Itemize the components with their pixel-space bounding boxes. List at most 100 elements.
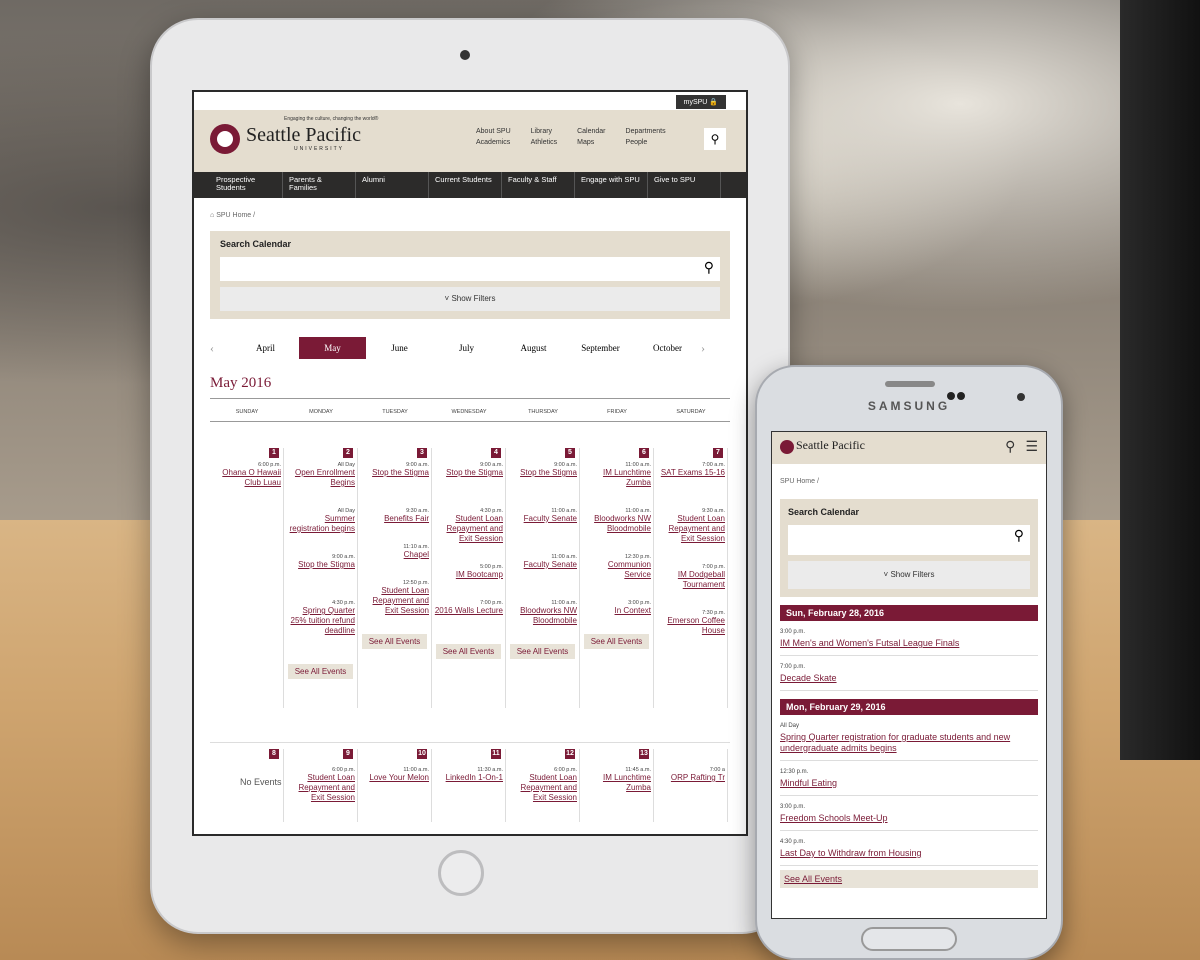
list-item[interactable]: 12:30 p.m. Mindful Eating	[780, 761, 1038, 796]
event-link[interactable]: Chapel	[360, 550, 429, 560]
nav-faculty[interactable]: Faculty & Staff	[502, 172, 575, 198]
see-all-events-button[interactable]: See All Events	[584, 634, 649, 649]
event-link[interactable]: Spring Quarter 25% tuition refund deadli…	[286, 606, 356, 636]
month-may[interactable]: May	[299, 337, 366, 359]
day-number[interactable]: 8	[269, 749, 279, 759]
day-number[interactable]: 12	[565, 749, 575, 759]
event-link[interactable]: Stop the Stigma	[286, 560, 355, 570]
event-link[interactable]: IM Men's and Women's Futsal League Final…	[780, 638, 1038, 649]
calendar-event[interactable]: 9:30 a.m. Benefits Fair	[360, 508, 429, 524]
calendar-event[interactable]: 6:00 p.m. Student Loan Repayment and Exit…	[286, 767, 355, 803]
link-people[interactable]: People	[626, 139, 666, 146]
calendar-event[interactable]: 11:00 a.m. Bloodworks NW Bloodmobile	[582, 508, 651, 534]
calendar-event[interactable]: 7:00 a ORP Rafting Tr	[656, 767, 725, 783]
site-logo-text[interactable]: Seattle Pacific	[796, 438, 865, 453]
event-link[interactable]: 2016 Walls Lecture	[434, 606, 503, 616]
search-icon[interactable]: ⚲	[704, 128, 726, 150]
link-calendar[interactable]: Calendar	[577, 128, 605, 135]
link-library[interactable]: Library	[531, 128, 557, 135]
search-calendar-input[interactable]: ⚲	[788, 525, 1030, 555]
spu-seal-icon[interactable]	[780, 440, 794, 454]
link-departments[interactable]: Departments	[626, 128, 666, 135]
site-logo-text[interactable]: Seattle Pacific	[246, 124, 361, 147]
event-link[interactable]: Decade Skate	[780, 673, 1038, 684]
month-october[interactable]: October	[634, 337, 701, 359]
event-link[interactable]: Mindful Eating	[780, 778, 1038, 789]
calendar-event[interactable]: 9:30 a.m. Student Loan Repayment and Exit…	[656, 508, 725, 544]
see-all-events-button[interactable]: See All Events	[288, 664, 353, 679]
chevron-left-icon[interactable]: ‹	[210, 341, 232, 356]
event-link[interactable]: Student Loan Repayment and Exit Session	[508, 773, 577, 803]
calendar-event[interactable]: 11:10 a.m. Chapel	[360, 544, 429, 560]
calendar-event[interactable]: 7:00 a.m. SAT Exams 15-16	[656, 462, 725, 478]
see-all-events-button[interactable]: See All Events	[362, 634, 427, 649]
event-link[interactable]: LinkedIn 1-On-1	[434, 773, 503, 783]
list-item[interactable]: All Day Spring Quarter registration for g…	[780, 715, 1038, 761]
link-about[interactable]: About SPU	[476, 128, 511, 135]
breadcrumb-home[interactable]: SPU Home /	[216, 212, 255, 219]
calendar-event[interactable]: 4:30 p.m. Student Loan Repayment and Exit…	[434, 508, 503, 544]
breadcrumb[interactable]: SPU Home /	[772, 464, 1046, 485]
search-icon[interactable]: ⚲	[1014, 527, 1024, 544]
event-link[interactable]: Bloodworks NW Bloodmobile	[582, 514, 651, 534]
event-link[interactable]: Bloodworks NW Bloodmobile	[508, 606, 577, 626]
calendar-event[interactable]: 11:00 a.m. Love Your Melon	[360, 767, 429, 783]
show-filters-button[interactable]: ˅ Show Filters	[788, 561, 1030, 589]
show-filters-button[interactable]: ˅ Show Filters	[220, 287, 720, 311]
list-item[interactable]: 3:00 p.m. IM Men's and Women's Futsal Lea…	[780, 621, 1038, 656]
calendar-event[interactable]: 11:00 a.m. Faculty Senate	[508, 554, 577, 570]
spu-seal-icon[interactable]	[210, 124, 240, 154]
day-number[interactable]: 13	[639, 749, 649, 759]
day-number[interactable]: 5	[565, 448, 575, 458]
day-number[interactable]: 3	[417, 448, 427, 458]
day-number[interactable]: 7	[713, 448, 723, 458]
nav-engage[interactable]: Engage with SPU	[575, 172, 648, 198]
event-link[interactable]: Freedom Schools Meet-Up	[780, 813, 1038, 824]
calendar-event[interactable]: 4:30 p.m. Spring Quarter 25% tuition refu…	[286, 600, 356, 636]
event-link[interactable]: Student Loan Repayment and Exit Session	[286, 773, 355, 803]
calendar-event[interactable]: 12:50 p.m. Student Loan Repayment and Exi…	[360, 580, 429, 616]
event-link[interactable]: Faculty Senate	[508, 514, 577, 524]
nav-give[interactable]: Give to SPU	[648, 172, 721, 198]
calendar-event[interactable]: 7:00 p.m. IM Dodgeball Tournament	[656, 564, 725, 590]
calendar-event[interactable]: 9:00 a.m. Stop the Stigma	[434, 462, 503, 478]
event-link[interactable]: IM Dodgeball Tournament	[656, 570, 725, 590]
month-august[interactable]: August	[500, 337, 567, 359]
event-link[interactable]: In Context	[582, 606, 651, 616]
calendar-event[interactable]: 11:00 a.m. IM Lunchtime Zumba	[582, 462, 651, 488]
event-link[interactable]: IM Bootcamp	[434, 570, 503, 580]
event-link[interactable]: Stop the Stigma	[360, 468, 429, 478]
event-link[interactable]: Student Loan Repayment and Exit Session	[434, 514, 503, 544]
day-number[interactable]: 9	[343, 749, 353, 759]
calendar-event[interactable]: 5:00 p.m. IM Bootcamp	[434, 564, 503, 580]
month-april[interactable]: April	[232, 337, 299, 359]
nav-prospective[interactable]: Prospective Students	[210, 172, 283, 198]
link-academics[interactable]: Academics	[476, 139, 511, 146]
calendar-event[interactable]: 3:00 p.m. In Context	[582, 600, 651, 616]
calendar-event[interactable]: 6:00 p.m. Ohana O Hawaii Club Luau	[212, 462, 281, 488]
event-link[interactable]: Communion Service	[582, 560, 651, 580]
month-july[interactable]: July	[433, 337, 500, 359]
calendar-event[interactable]: All Day Open Enrollment Begins	[286, 462, 355, 488]
event-link[interactable]: IM Lunchtime Zumba	[582, 468, 651, 488]
event-link[interactable]: IM Lunchtime Zumba	[582, 773, 651, 793]
event-link[interactable]: Benefits Fair	[360, 514, 429, 524]
link-athletics[interactable]: Athletics	[531, 139, 557, 146]
calendar-event[interactable]: 7:00 p.m. 2016 Walls Lecture	[434, 600, 503, 616]
month-june[interactable]: June	[366, 337, 433, 359]
day-number[interactable]: 11	[491, 749, 501, 759]
event-link[interactable]: Spring Quarter registration for graduate…	[780, 732, 1038, 754]
list-item[interactable]: 4:30 p.m. Last Day to Withdraw from Housi…	[780, 831, 1038, 866]
calendar-event[interactable]: 11:45 a.m. IM Lunchtime Zumba	[582, 767, 651, 793]
event-link[interactable]: Student Loan Repayment and Exit Session	[656, 514, 725, 544]
event-link[interactable]: Ohana O Hawaii Club Luau	[212, 468, 281, 488]
day-number[interactable]: 1	[269, 448, 279, 458]
calendar-event[interactable]: 7:30 p.m. Emerson Coffee House	[656, 610, 725, 636]
calendar-event[interactable]: 9:00 a.m. Stop the Stigma	[286, 554, 355, 570]
event-link[interactable]: Stop the Stigma	[508, 468, 577, 478]
day-number[interactable]: 2	[343, 448, 353, 458]
menu-icon[interactable]: ☰	[1025, 438, 1038, 455]
search-icon[interactable]: ⚲	[1005, 438, 1015, 455]
event-link[interactable]: Open Enrollment Begins	[286, 468, 355, 488]
calendar-event[interactable]: 6:00 p.m. Student Loan Repayment and Exit…	[508, 767, 577, 803]
